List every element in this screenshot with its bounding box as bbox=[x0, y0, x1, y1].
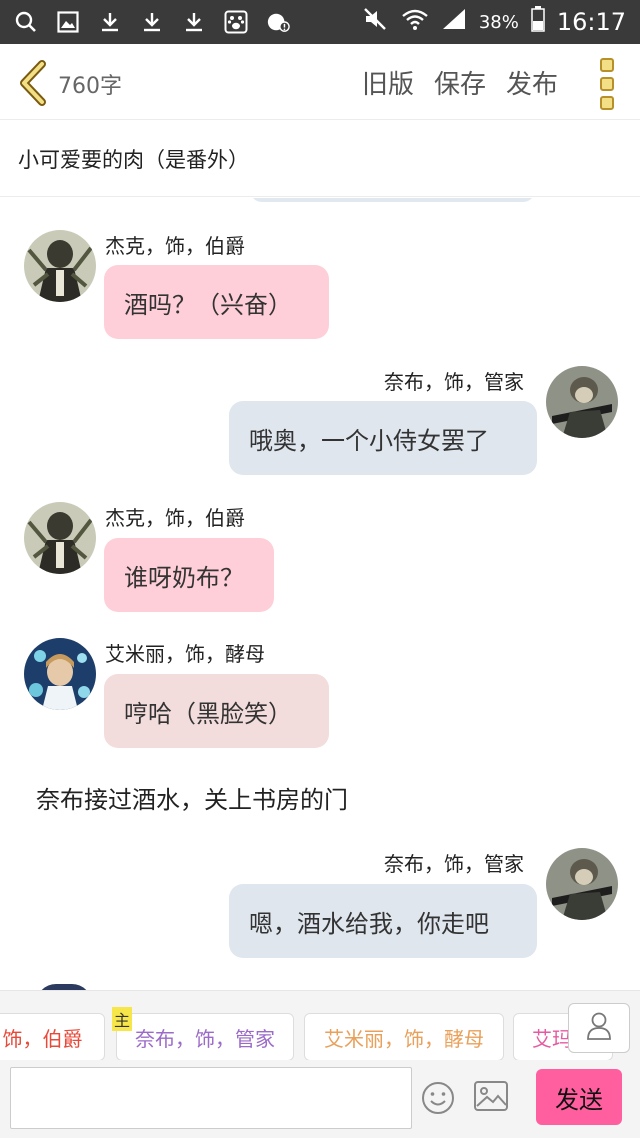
input-bar: 发送 bbox=[0, 1060, 640, 1138]
back-icon[interactable] bbox=[16, 60, 50, 106]
download-icon bbox=[98, 10, 122, 34]
battery-percent: 38% bbox=[478, 11, 519, 33]
download-icon bbox=[140, 10, 164, 34]
save-button[interactable]: 保存 bbox=[434, 64, 486, 101]
emoji-icon[interactable] bbox=[420, 1080, 456, 1116]
speaker-name: 艾米丽，饰，酵母 bbox=[105, 642, 265, 666]
gallery-icon bbox=[56, 10, 80, 34]
speaker-name: 杰克，饰，伯爵 bbox=[105, 506, 245, 530]
avatar-jack[interactable] bbox=[24, 502, 96, 574]
top-toolbar: 760字 旧版 保存 发布 bbox=[0, 44, 640, 120]
search-icon bbox=[14, 10, 38, 34]
speaker-name: 奈布，饰，管家 bbox=[384, 370, 524, 394]
wifi-icon bbox=[401, 7, 429, 37]
publish-button[interactable]: 发布 bbox=[506, 64, 558, 101]
character-chip[interactable]: 奈布，饰，管家 bbox=[116, 1013, 294, 1060]
clock: 16:17 bbox=[556, 8, 626, 36]
message-bubble[interactable]: 酒吗？（兴奋） bbox=[104, 265, 329, 339]
more-menu-icon[interactable] bbox=[596, 58, 618, 110]
avatar-naib[interactable] bbox=[546, 366, 618, 438]
status-bar: 38% 16:17 bbox=[0, 0, 640, 44]
message-bubble[interactable]: 哼哈（黑脸笑） bbox=[104, 674, 329, 748]
image-icon[interactable] bbox=[473, 1080, 509, 1112]
message-bubble[interactable]: 谁呀奶布？ bbox=[104, 538, 274, 612]
send-button[interactable]: 发送 bbox=[536, 1069, 622, 1125]
old-version-button[interactable]: 旧版 bbox=[362, 64, 414, 101]
host-badge: 主 bbox=[112, 1007, 132, 1031]
signal-icon bbox=[441, 7, 467, 37]
add-character-button[interactable] bbox=[568, 1003, 630, 1053]
chat-area[interactable]: 杰克，饰，伯爵 酒吗？（兴奋） 奈布，饰，管家 哦奥，一个小侍女罢了 杰克，饰，… bbox=[0, 198, 640, 990]
speaker-name: 奈布，饰，管家 bbox=[384, 852, 524, 876]
mute-icon bbox=[363, 7, 389, 37]
character-selector: 饰，伯爵 奈布，饰，管家 主 艾米丽，饰，酵母 艾玛 bbox=[0, 990, 640, 1060]
message-bubble-partial bbox=[250, 198, 535, 202]
battery-icon bbox=[531, 6, 545, 38]
message-bubble[interactable]: 嗯，酒水给我，你走吧 bbox=[229, 884, 537, 958]
speaker-name: 杰克，饰，伯爵 bbox=[105, 234, 245, 258]
word-count: 760字 bbox=[58, 74, 122, 99]
game-alert-icon bbox=[266, 10, 290, 34]
narration-text[interactable]: 奈布接过酒水，关上书房的门 bbox=[36, 780, 348, 815]
story-title[interactable]: 小可爱要的肉（是番外） bbox=[0, 121, 640, 197]
download-icon bbox=[182, 10, 206, 34]
avatar-emily[interactable] bbox=[24, 638, 96, 710]
message-input[interactable] bbox=[10, 1067, 412, 1129]
avatar-naib[interactable] bbox=[546, 848, 618, 920]
character-chip[interactable]: 饰，伯爵 bbox=[0, 1013, 105, 1060]
avatar-jack[interactable] bbox=[24, 230, 96, 302]
character-chip[interactable]: 艾米丽，饰，酵母 bbox=[304, 1013, 504, 1060]
user-icon bbox=[585, 1011, 613, 1045]
baidu-paw-icon bbox=[224, 10, 248, 34]
message-bubble[interactable]: 哦奥，一个小侍女罢了 bbox=[229, 401, 537, 475]
